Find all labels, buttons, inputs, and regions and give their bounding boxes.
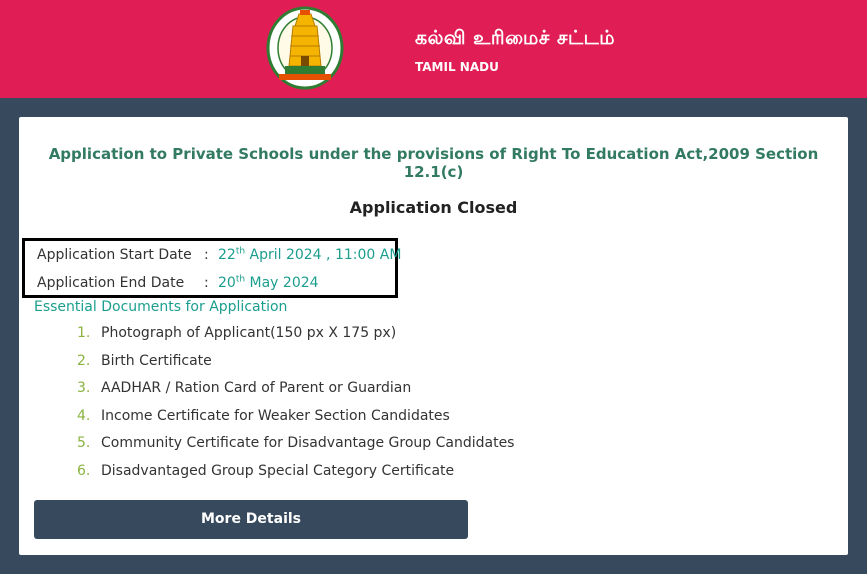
list-item-text: Birth Certificate — [101, 352, 212, 369]
tamil-nadu-emblem-icon — [266, 6, 344, 90]
list-item: 3. AADHAR / Ration Card of Parent or Guar… — [77, 378, 514, 406]
documents-heading: Essential Documents for Application — [34, 299, 288, 315]
list-item-number: 6. — [77, 462, 91, 479]
list-item: 2. Birth Certificate — [77, 351, 514, 379]
application-dates-box: Application Start Date:22th April 2024 ,… — [22, 238, 401, 298]
list-item-text: Community Certificate for Disadvantage G… — [101, 435, 515, 452]
start-date-suffix: th — [235, 246, 246, 256]
end-date-separator: : — [204, 274, 209, 291]
start-date-row: Application Start Date:22th April 2024 ,… — [37, 246, 401, 266]
end-date-value: 20th May 2024 — [218, 274, 319, 291]
page-heading: Application to Private Schools under the… — [48, 145, 819, 181]
list-item-text: Income Certificate for Weaker Section Ca… — [101, 407, 450, 424]
list-item-number: 4. — [77, 407, 91, 424]
start-date-rest: April 2024 , 11:00 AM — [245, 246, 402, 263]
list-item-text: Photograph of Applicant(150 px X 175 px) — [101, 325, 397, 341]
documents-list: 1. Photograph of Applicant(150 px X 175 p… — [77, 323, 514, 489]
application-card: Application to Private Schools under the… — [19, 117, 848, 555]
state-name: TAMIL NADU — [415, 60, 499, 74]
list-item: 4. Income Certificate for Weaker Section … — [77, 406, 514, 434]
end-date-rest: May 2024 — [245, 274, 319, 291]
list-item-text: Disadvantaged Group Special Category Cer… — [101, 462, 455, 479]
start-date-separator: : — [204, 246, 209, 263]
list-item-text: AADHAR / Ration Card of Parent or Guardi… — [101, 380, 412, 397]
end-date-suffix: th — [235, 274, 246, 284]
list-item: 5. Community Certificate for Disadvantage… — [77, 433, 514, 461]
list-item-number: 3. — [77, 380, 91, 397]
application-status: Application Closed — [349, 198, 518, 217]
header-title-block: கல்வி உரிமைச் சட்டம் TAMIL NADU — [415, 26, 615, 74]
end-date-row: Application End Date:20th May 2024 — [37, 274, 319, 294]
more-details-button[interactable]: More Details — [34, 500, 468, 539]
list-item-number: 2. — [77, 352, 91, 369]
start-date-value: 22th April 2024 , 11:00 AM — [218, 246, 402, 263]
site-title-tamil: கல்வி உரிமைச் சட்டம் — [415, 27, 616, 49]
start-date-label: Application Start Date — [37, 246, 192, 263]
site-header: கல்வி உரிமைச் சட்டம் TAMIL NADU — [0, 0, 867, 98]
end-date-label: Application End Date — [37, 274, 185, 291]
end-date-day: 20 — [218, 274, 236, 291]
start-date-day: 22 — [218, 246, 236, 263]
list-item: 6. Disadvantaged Group Special Category C… — [77, 461, 514, 489]
list-item-number: 1. — [77, 325, 91, 341]
list-item: 1. Photograph of Applicant(150 px X 175 p… — [77, 323, 514, 351]
list-item-number: 5. — [77, 435, 91, 452]
